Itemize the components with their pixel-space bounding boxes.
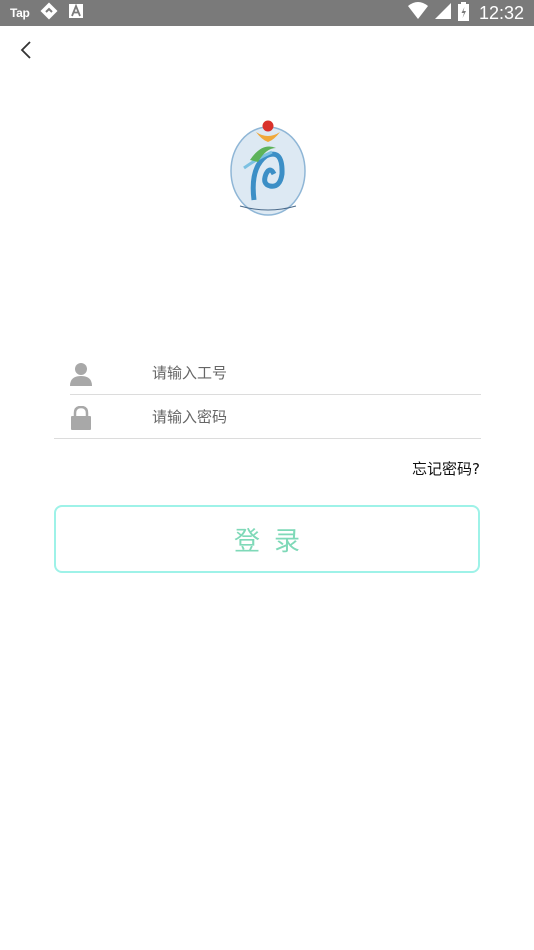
status-left: Tap xyxy=(10,2,84,24)
login-button[interactable]: 登录 xyxy=(54,505,480,573)
organization-logo xyxy=(228,118,308,218)
forgot-password-link[interactable]: 忘记密码? xyxy=(412,458,480,479)
password-divider xyxy=(54,438,481,439)
nav-diamond-icon xyxy=(40,2,58,24)
signal-icon xyxy=(434,2,452,24)
username-row xyxy=(54,351,481,395)
password-input[interactable] xyxy=(152,402,472,432)
battery-icon xyxy=(457,1,469,25)
status-time: 12:32 xyxy=(478,2,524,23)
password-row xyxy=(54,395,481,439)
tap-label: Tap xyxy=(10,6,30,20)
chevron-left-icon xyxy=(19,40,33,64)
login-button-label: 登录 xyxy=(233,526,314,557)
back-button[interactable] xyxy=(12,38,40,66)
status-bar: Tap 12:32 xyxy=(0,0,534,26)
person-icon xyxy=(70,362,92,386)
status-right: 12:32 xyxy=(407,0,524,26)
lock-icon xyxy=(70,405,92,430)
wifi-icon xyxy=(407,2,428,24)
a-box-icon xyxy=(68,3,84,23)
username-input[interactable] xyxy=(152,358,472,388)
